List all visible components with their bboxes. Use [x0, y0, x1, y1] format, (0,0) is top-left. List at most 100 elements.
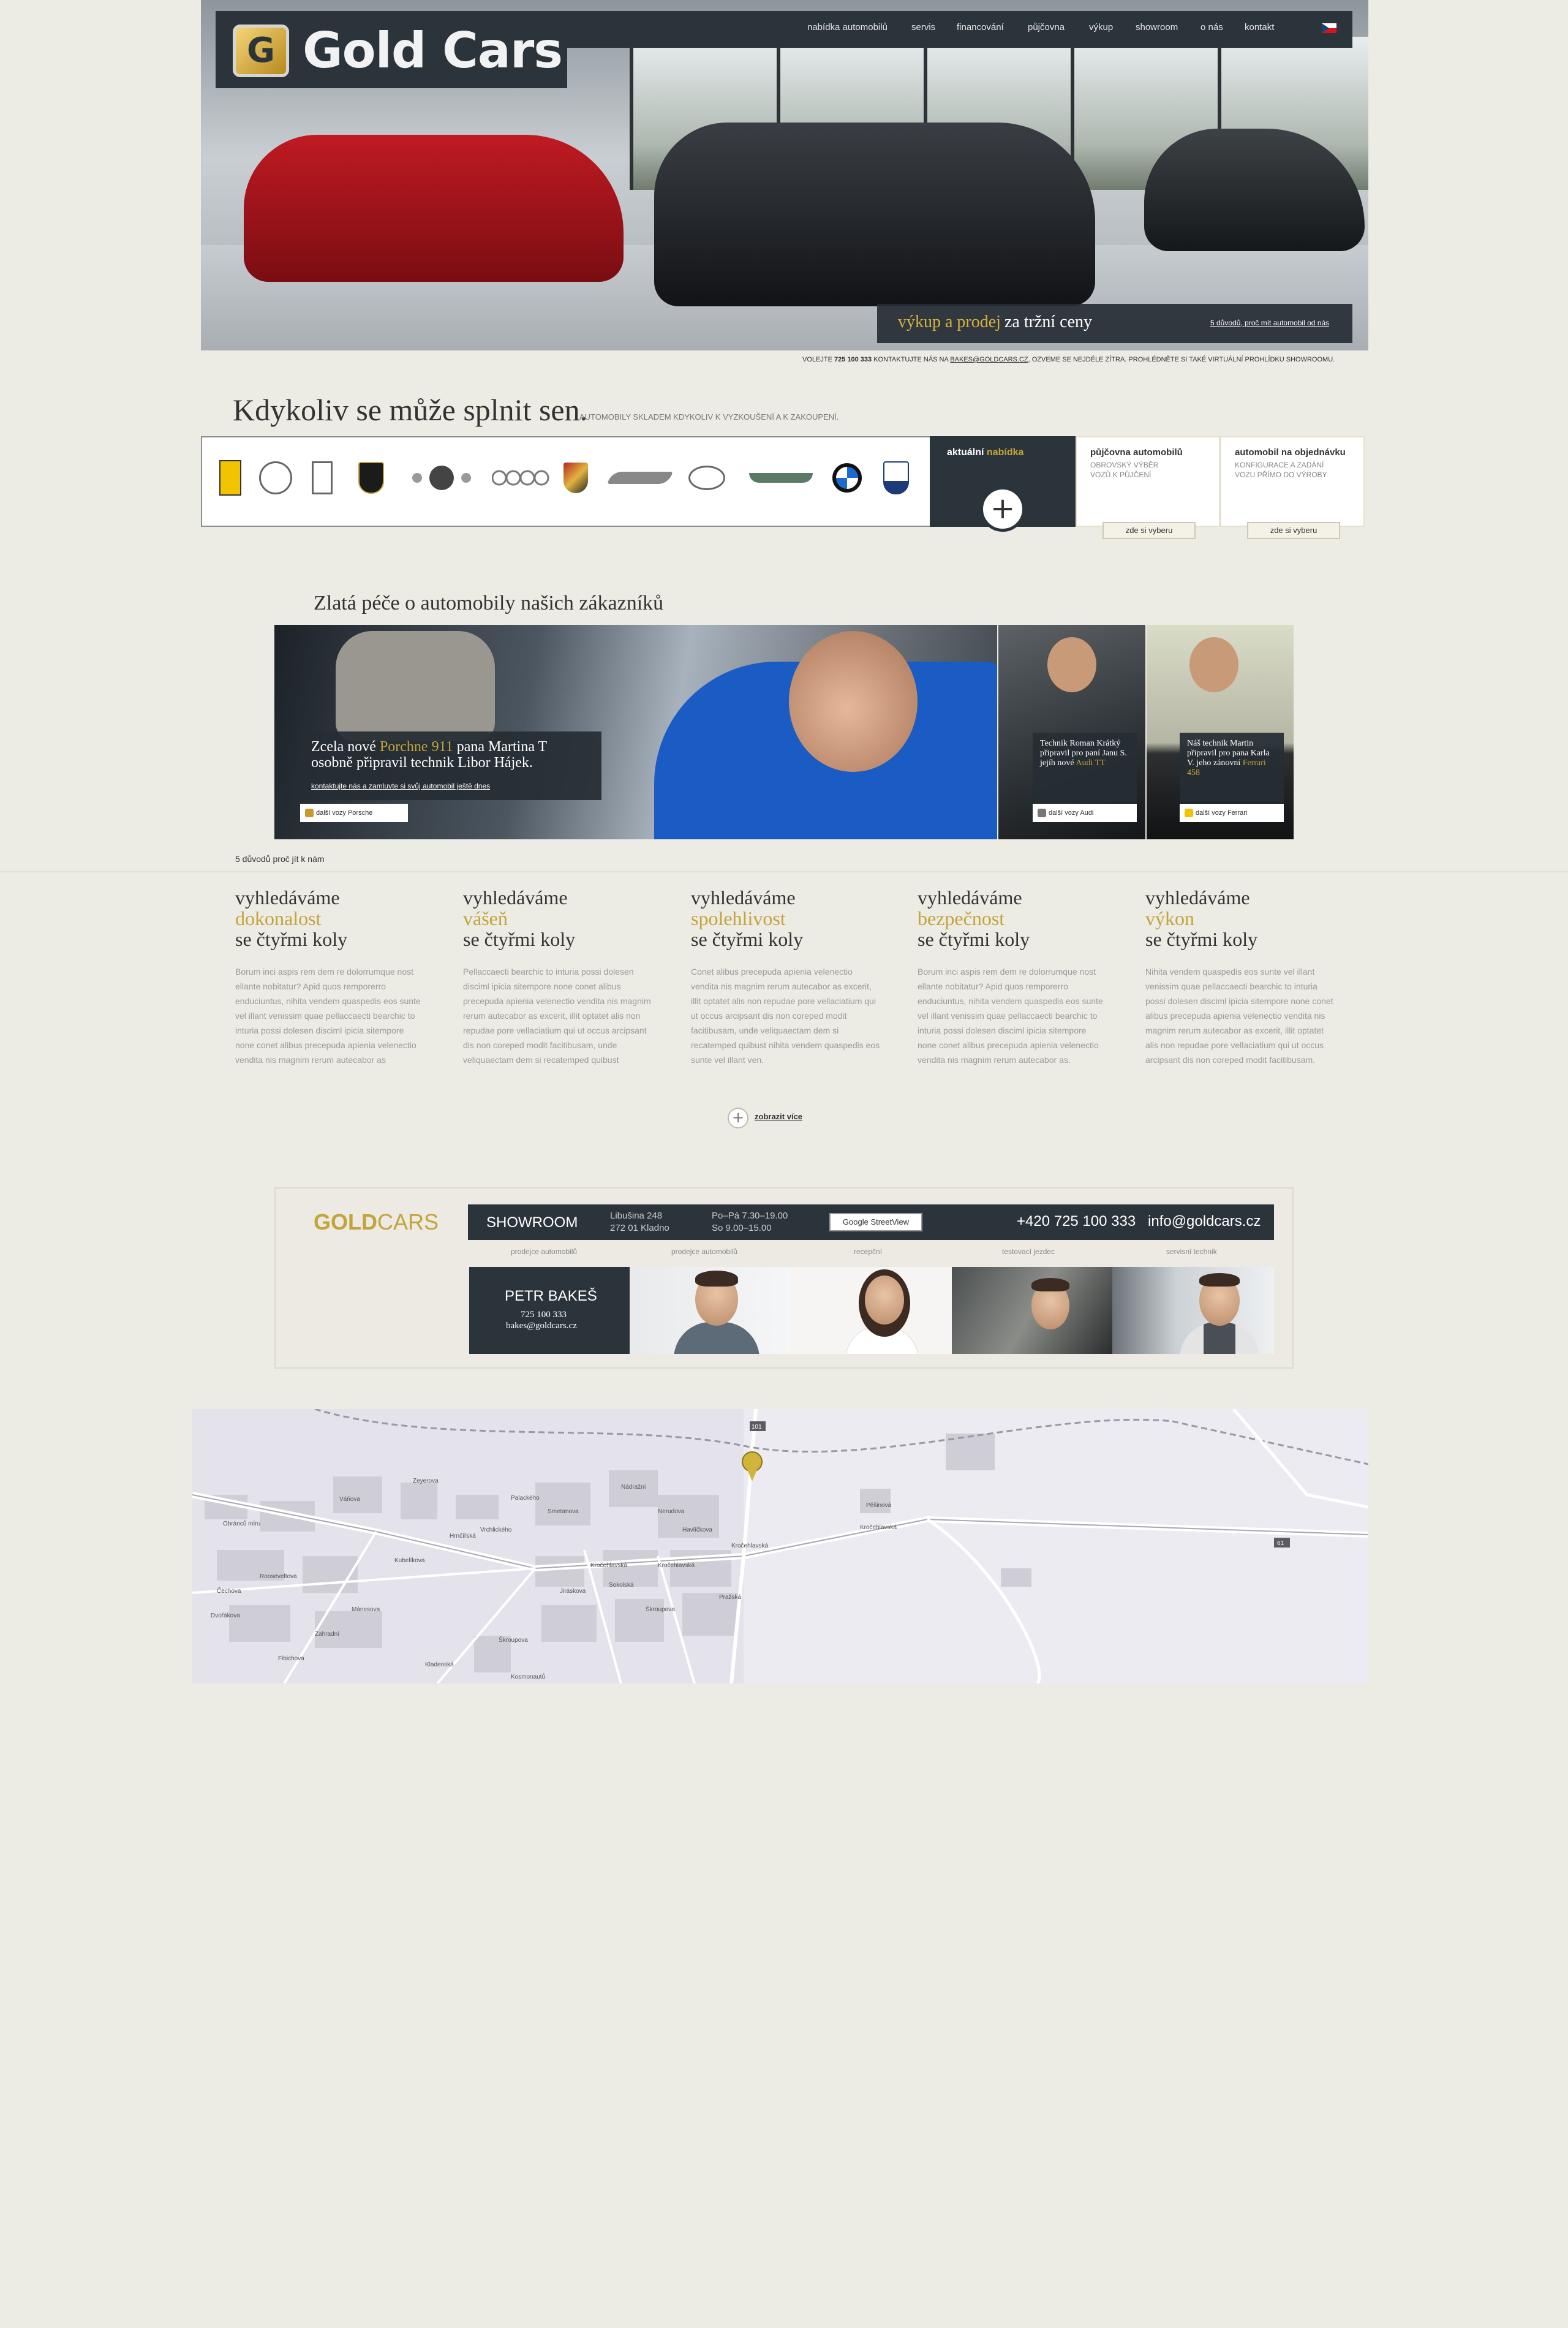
reason-heading-1: vyhledáváme: [1145, 886, 1250, 909]
staff-name: PETR BAKEŠ: [505, 1288, 597, 1304]
jaguar-icon[interactable]: [606, 459, 674, 496]
staff-phone: 725 100 333: [521, 1310, 567, 1320]
nav-item-showroom[interactable]: showroom: [1136, 22, 1178, 32]
person-hair: [1199, 1273, 1240, 1287]
person-body: [1180, 1322, 1259, 1354]
audi-icon[interactable]: [490, 459, 551, 496]
person-hair: [695, 1271, 738, 1287]
nav-item-kontakt[interactable]: kontakt: [1245, 22, 1274, 32]
street-label: Pražská: [719, 1594, 742, 1601]
nav-item-pujcovna[interactable]: půjčovna: [1028, 22, 1065, 32]
street-label: Smetanova: [548, 1508, 579, 1515]
staff-role: testovací jezdec: [1002, 1247, 1055, 1256]
reason-text: Borum inci aspis rem dem re dolorrumque …: [918, 967, 1103, 1065]
nav-item-o-nas[interactable]: o nás: [1200, 22, 1223, 32]
red-car-image: [244, 135, 624, 282]
care-main-footer[interactable]: další vozy Porsche: [300, 804, 408, 822]
street-label: Jiráskova: [560, 1588, 586, 1595]
street-label: Kročehlavská: [658, 1562, 695, 1569]
showroom-email[interactable]: info@goldcars.cz: [1148, 1213, 1261, 1230]
current-offer-label[interactable]: aktuální nabídka: [947, 447, 1023, 458]
bmw-icon[interactable]: [831, 459, 864, 496]
street-label: Obránců míru: [223, 1520, 260, 1527]
plus-icon[interactable]: +: [980, 486, 1025, 532]
care-main-line1a: Zcela nové: [311, 739, 376, 755]
care-main-caption: Zcela nové Porchne 911 pana Martina T os…: [300, 731, 601, 800]
care-side-footer-2[interactable]: další vozy Ferrari: [1180, 804, 1284, 822]
reason-heading-1: vyhledáváme: [235, 886, 340, 909]
street-label: Kročehlavská: [860, 1524, 897, 1531]
aston-martin-icon[interactable]: [747, 459, 815, 496]
showroom-hours-1: Po–Pá 7.30–19.00: [712, 1211, 788, 1221]
technician-face: [789, 631, 918, 772]
reason-heading-3: se čtyřmi koly: [1145, 928, 1258, 950]
reason-column: vyhledáváme spolehlivost se čtyřmi koly …: [691, 887, 881, 1067]
reasons-label: 5 důvodů proč jít k nám: [235, 854, 325, 864]
reason-text: Borum inci aspis rem dem re dolorrumque …: [235, 967, 421, 1065]
nav-item-financovani[interactable]: financování: [957, 22, 1004, 32]
map-canvas[interactable]: Palackého Hrnčířská Kročehlavská Kročehl…: [192, 1409, 1368, 1684]
staff-photo[interactable]: [1112, 1267, 1274, 1354]
street-label: Rooseveltova: [260, 1573, 297, 1580]
nav-item-vykup[interactable]: výkup: [1089, 22, 1113, 32]
street-label: Palackého: [511, 1495, 540, 1502]
showroom-address-1: Libušina 248: [610, 1211, 663, 1221]
staff-photo[interactable]: [631, 1267, 790, 1354]
care-side-caption-2: Náš technik Martin připravil pro pana Ka…: [1180, 733, 1284, 803]
reason-text: Conet alibus precepuda apienia velenecti…: [691, 967, 880, 1065]
show-more-link[interactable]: zobrazit více: [755, 1112, 802, 1121]
audi-icon: [1038, 809, 1046, 817]
rental-choose-button[interactable]: zde si vyberu: [1102, 522, 1196, 539]
promo-link[interactable]: 5 důvodů, proč mít automobil od nás: [1210, 319, 1329, 327]
footer-logo[interactable]: GOLDCARS: [314, 1209, 439, 1235]
street-label: Sokolská: [609, 1582, 634, 1589]
reason-column: vyhledáváme bezpečnost se čtyřmi koly Bo…: [918, 887, 1107, 1067]
care-main-link[interactable]: kontaktujte nás a zamluvte si svůj autom…: [311, 782, 490, 790]
street-label: Kročehlavská: [590, 1562, 627, 1569]
porsche-icon[interactable]: [561, 459, 590, 496]
maserati-icon[interactable]: [881, 459, 911, 496]
rolls-royce-icon[interactable]: [309, 459, 336, 496]
staff-photo[interactable]: [790, 1267, 952, 1354]
gold-cars-logo-icon[interactable]: G: [233, 25, 289, 77]
site-logo-text[interactable]: Gold Cars: [303, 22, 563, 79]
section-divider: [0, 871, 1568, 872]
reason-heading-3: se čtyřmi koly: [918, 928, 1030, 950]
nav-item-servis[interactable]: servis: [911, 22, 935, 32]
road-badge-61: 61: [1274, 1538, 1290, 1548]
order-choose-button[interactable]: zde si vyberu: [1247, 522, 1340, 539]
care-side-footer-1[interactable]: další vozy Audi: [1033, 804, 1137, 822]
reason-heading-1: vyhledáváme: [691, 886, 796, 909]
lamborghini-icon[interactable]: [356, 459, 386, 496]
street-label: Mánesova: [352, 1606, 380, 1613]
care-section-title: Zlatá péče o automobily našich zákazníků: [314, 592, 664, 614]
street-label: Nerudova: [658, 1508, 685, 1515]
mercedes-icon[interactable]: [257, 459, 294, 496]
streetview-button[interactable]: Google StreetView: [829, 1213, 922, 1231]
page-subheadline: AUTOMOBILY SKLADEM KDYKOLIV K VYZKOUŠENÍ…: [579, 412, 839, 421]
reason-highlight: dokonalost: [235, 907, 322, 929]
staff-photo[interactable]: [952, 1267, 1112, 1354]
showroom-phone[interactable]: +420 725 100 333: [1017, 1213, 1136, 1230]
care-side-caption-1: Technik Roman Krátký připravil pro paní …: [1033, 733, 1137, 803]
reason-heading-1: vyhledáváme: [918, 886, 1022, 909]
lexus-icon[interactable]: [687, 459, 726, 496]
location-map[interactable]: Palackého Hrnčířská Kročehlavská Kročehl…: [192, 1409, 1368, 1684]
show-more-plus-icon[interactable]: +: [728, 1108, 748, 1128]
footer-logo-cars: CARS: [377, 1209, 439, 1234]
reason-heading-3: se čtyřmi koly: [235, 928, 348, 950]
porsche-icon: [305, 809, 314, 817]
order-offer-desc-1: KONFIGURACE A ZADÁNÍ: [1235, 461, 1324, 469]
czech-flag-icon[interactable]: [1322, 23, 1336, 33]
bentley-icon[interactable]: [402, 459, 481, 496]
reason-column: vyhledáváme vášeň se čtyřmi koly Pellacc…: [463, 887, 653, 1067]
reason-column: vyhledáváme výkon se čtyřmi koly Nihita …: [1145, 887, 1335, 1067]
reason-heading-3: se čtyřmi koly: [463, 928, 576, 950]
nav-item-nabidka[interactable]: nabídka automobilů: [807, 22, 888, 32]
ferrari-icon[interactable]: [217, 459, 244, 496]
showroom-hours-2: So 9.00–15.00: [712, 1223, 772, 1233]
reason-heading-1: vyhledáváme: [463, 886, 568, 909]
care-side-footer-label-1: další vozy Audi: [1049, 809, 1094, 817]
svg-text:101: 101: [752, 1424, 762, 1430]
page-headline: Kdykoliv se může splnit sen.: [233, 393, 588, 427]
